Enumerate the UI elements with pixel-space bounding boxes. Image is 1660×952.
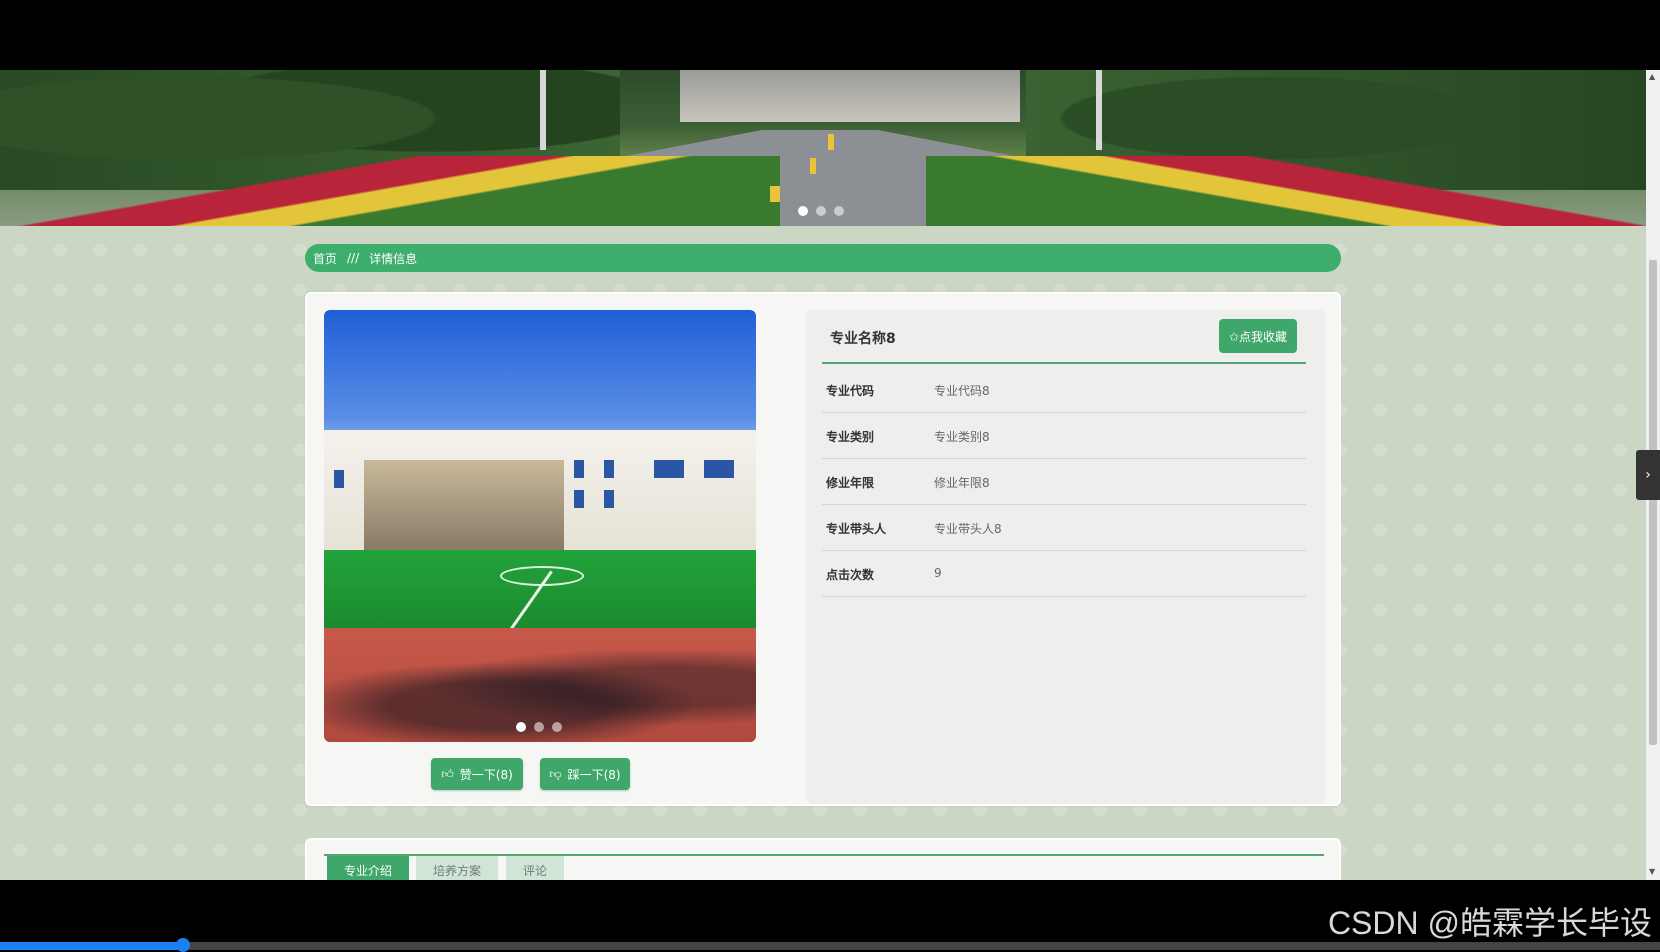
hero-lane-mark [828,134,834,150]
chevron-right-icon[interactable]: › [1636,450,1660,500]
watermark: CSDN @皓霖学长毕设 [1327,905,1652,941]
carousel-dot[interactable] [552,722,562,732]
breadcrumb-separator: /// [347,251,360,265]
page-viewport: 首页 /// 详情信息 👍︎ 赞一下(8) 👎︎ 踩一下(8) 专业名称8 ✩点… [0,70,1660,880]
carousel-dot[interactable] [534,722,544,732]
info-row: 专业类别 专业类别8 [822,412,1306,459]
info-row: 点击次数 9 [822,550,1306,597]
photo-window [654,460,684,478]
photo-window [574,490,584,508]
photo-building-front [364,460,564,550]
info-value: 专业代码8 [934,384,990,398]
hero-lamp-pole [540,70,546,150]
hero-lane-mark [770,186,780,202]
favorite-button[interactable]: ✩点我收藏 [1219,319,1297,353]
photo-window [604,490,614,508]
hero-banner [0,70,1646,226]
like-button-label: 赞一下(8) [459,767,513,782]
dislike-button[interactable]: 👎︎ 踩一下(8) [540,758,630,790]
info-label: 专业带头人 [826,522,887,536]
hero-carousel-dots [798,206,844,216]
carousel-dot[interactable] [798,206,808,216]
thumb-up-icon: 👍︎ [441,766,454,781]
info-row: 专业带头人 专业带头人8 [822,504,1306,551]
like-button[interactable]: 👍︎ 赞一下(8) [431,758,523,790]
breadcrumb-home[interactable]: 首页 [313,250,337,267]
detail-title: 专业名称8 [830,331,896,347]
carousel-dot[interactable] [834,206,844,216]
info-label: 专业类别 [826,430,875,444]
scrollbar-thumb[interactable] [1649,260,1657,745]
tabs-card: 专业介绍 培养方案 评论 [305,838,1341,880]
breadcrumb: 首页 /// 详情信息 [305,244,1341,272]
info-value: 专业带头人8 [934,522,1002,536]
photo-window [334,470,344,488]
photo-window [604,460,614,478]
photo-carousel-dots [516,722,562,732]
tab-comments[interactable]: 评论 [506,856,564,880]
hero-lamp-pole [1096,70,1102,150]
info-row: 专业代码 专业代码8 [822,366,1306,413]
detail-info-panel: 专业名称8 ✩点我收藏 专业代码 专业代码8 专业类别 专业类别8 修业年限 修… [806,310,1326,804]
info-value: 9 [934,566,942,580]
carousel-dot[interactable] [816,206,826,216]
detail-card: 👍︎ 赞一下(8) 👎︎ 踩一下(8) 专业名称8 ✩点我收藏 专业代码 专业代… [305,292,1341,806]
hero-flowerbed-left [0,156,780,226]
scroll-up-arrow-icon[interactable]: ▲ [1649,72,1655,81]
breadcrumb-current: 详情信息 [369,251,418,266]
thumb-down-icon: 👎︎ [549,766,562,781]
carousel-dot[interactable] [516,722,526,732]
tab-major-intro[interactable]: 专业介绍 [327,856,409,880]
info-label: 修业年限 [826,476,875,490]
title-divider [822,362,1306,364]
info-label: 专业代码 [826,384,875,398]
hero-building [680,70,1020,122]
scroll-down-arrow-icon[interactable]: ▼ [1649,867,1655,876]
info-value: 专业类别8 [934,430,990,444]
video-progress-track[interactable] [0,942,1660,950]
detail-photo[interactable] [324,310,756,742]
dislike-button-label: 踩一下(8) [567,767,621,782]
photo-window [574,460,584,478]
hero-lane-mark [810,158,816,174]
photo-window [704,460,734,478]
info-value: 修业年限8 [934,476,990,490]
info-label: 点击次数 [826,568,875,582]
hero-flowerbed-right [926,156,1646,226]
info-row: 修业年限 修业年限8 [822,458,1306,505]
tab-training-plan[interactable]: 培养方案 [416,856,498,880]
video-progress-fill [0,942,183,950]
